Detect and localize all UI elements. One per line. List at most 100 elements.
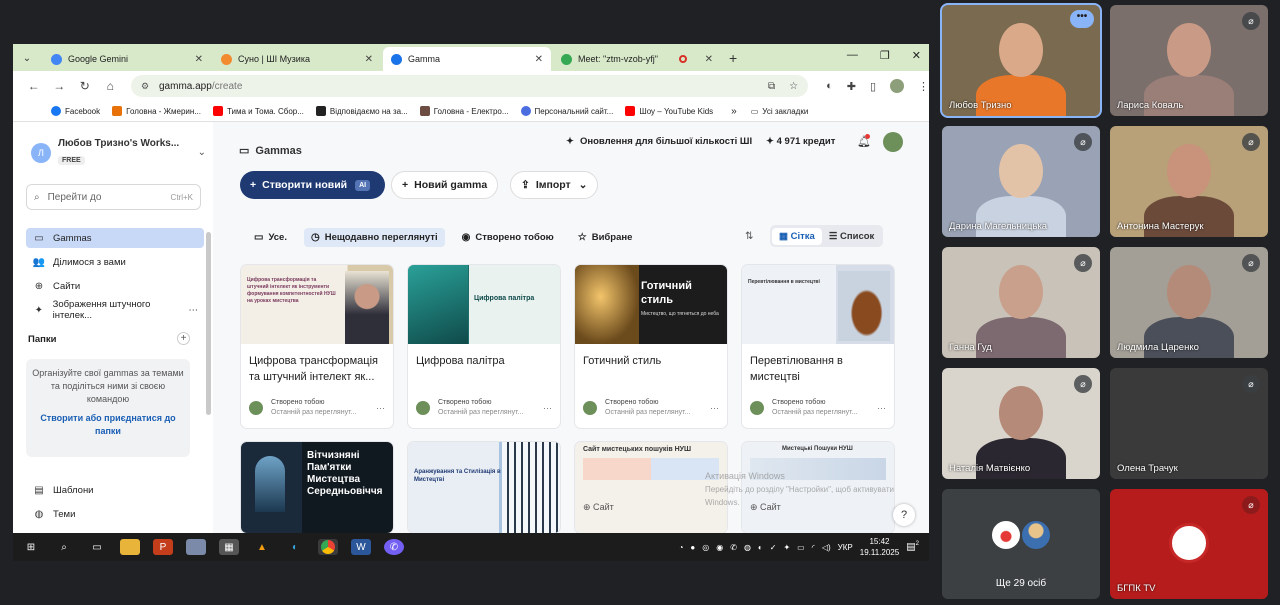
gamma-card[interactable]: Аранжування та Стилізація в Мистецтві [408,442,560,533]
puzzle-icon[interactable]: ✚ [847,80,856,93]
movie-maker-icon[interactable]: ▦ [219,539,239,555]
bookmark-item[interactable]: Головна - Жмерин... [112,106,201,116]
more-icon[interactable]: ⋯ [543,403,552,414]
filter-created[interactable]: ◉ Створено тобою [455,228,561,247]
gamma-card[interactable]: Цифрова трансформація та штучний інтелек… [241,265,393,428]
new-gamma-button[interactable]: + Новий gamma [391,171,499,199]
sidebar-item-sites[interactable]: ⊕ Сайти [26,276,204,296]
tab-gemini[interactable]: Google Gemini ✕ [43,47,211,71]
profile-avatar[interactable] [890,79,904,93]
workspace-switcher[interactable]: Л Любов Тризно's Works... FREE ⌄ [31,138,206,167]
grid-view-button[interactable]: ▦ Сітка [772,227,822,245]
close-icon[interactable]: ✕ [705,54,713,65]
sort-icon[interactable]: ⇅ [745,231,753,242]
tab-meet[interactable]: Meet: "ztm-vzob-yfj" ✕ [553,47,721,71]
create-folder-link[interactable]: Створити або приєднатися до папки [32,412,184,438]
participant-tile[interactable]: ⌀ Антонина Мастерук [1110,126,1268,237]
minimize-icon[interactable]: — [847,49,858,62]
import-button[interactable]: ⇪ Імпорт ⌄ [510,171,599,199]
word-icon[interactable]: W [351,539,371,555]
app-icon[interactable] [186,539,206,555]
bookmark-star-icon[interactable]: ☆ [789,81,798,92]
back-icon[interactable]: ← [21,79,47,93]
close-icon[interactable]: ✕ [365,54,373,65]
gamma-card[interactable]: Вітчизняні Пам'ятки Мистецтва Середньові… [241,442,393,533]
close-icon[interactable]: ✕ [195,54,203,65]
participant-tile[interactable]: ⌀ Олена Трачук [1110,368,1268,479]
task-view-icon[interactable]: ▭ [87,539,107,555]
tab-gamma[interactable]: Gamma ✕ [383,47,551,71]
vlc-icon[interactable]: ▲ [252,539,272,555]
viber-icon[interactable]: ✆ [384,539,404,555]
tray-app-icon[interactable]: ◎ [702,543,709,552]
list-view-button[interactable]: ☰ Список [822,228,881,245]
powerpoint-icon[interactable]: P [153,539,173,555]
battery-icon[interactable]: ▭ [797,543,805,552]
upgrade-link[interactable]: ✦ Оновлення для більшої кількості ШІ [566,136,752,147]
create-new-button[interactable]: + Створити новий AI [240,171,385,199]
gamma-card[interactable]: Цифрова палітра Цифрова палітра Створено… [408,265,560,428]
more-icon[interactable]: ⋯ [710,403,719,414]
all-bookmarks[interactable]: ▭ Усі закладки [751,107,809,116]
search-icon[interactable]: ⌕ [54,539,74,555]
bookmark-item[interactable]: Персональний сайт... [520,106,613,116]
sidebar-scrollbar[interactable] [206,232,211,415]
tray-app-icon[interactable]: ◉ [716,543,723,552]
sidepanel-icon[interactable]: ▯ [870,80,876,93]
tray-app-icon[interactable]: ✆ [730,543,737,552]
tray-app-icon[interactable]: ◔ [679,543,684,552]
filter-recent[interactable]: ◷ Нещодавно переглянуті [303,228,445,247]
tray-app-icon[interactable]: ◍ [744,543,751,552]
home-icon[interactable]: ⌂ [98,79,124,93]
filter-favorites[interactable]: ☆ Вибране [571,228,640,247]
sidebar-item-ai-images[interactable]: ✦ Зображення штучного інтелек... ⋯ [26,299,204,321]
participant-tile-bgpk-tv[interactable]: ⌀ БГПК TV [1110,489,1268,599]
gamma-card[interactable]: Готичний стиль Мистецтво, що тягнеться д… [575,265,727,428]
participant-tile[interactable]: ⌀ Лариса Коваль [1110,5,1268,116]
bookmark-item[interactable]: Головна - Електро... [419,106,509,116]
site-info-icon[interactable]: ⚙ [141,81,153,92]
tray-app-icon[interactable]: ✓ [770,543,777,552]
bookmarks-more-icon[interactable]: » [731,106,737,117]
sidebar-item-shared[interactable]: 👥 Ділимося з вами [26,252,204,272]
notifications-icon[interactable]: ▤2 [906,541,919,552]
avatar[interactable] [883,132,903,152]
edge-icon[interactable]: ◐ [285,539,305,555]
bookmark-item[interactable]: Тима и Тома. Сбор... [212,106,304,116]
participant-tile[interactable]: ⌀ Дарина Магельницька [942,126,1100,237]
bookmark-item[interactable]: Facebook [51,106,100,116]
url-field[interactable]: ⚙ gamma.app/create ⧉ ☆ [131,75,809,97]
restore-icon[interactable]: ❐ [880,49,890,62]
sidebar-item-templates[interactable]: ▤ Шаблони [26,480,204,500]
bookmark-item[interactable]: Відповідаємо на за... [315,106,408,116]
tab-suno[interactable]: Суно | ШІ Музика ✕ [213,47,381,71]
gamma-card[interactable]: Перевтілювання в мистецтві Перевтілюванн… [742,265,894,428]
new-tab-icon[interactable]: + [729,50,737,66]
more-icon[interactable]: ⋯ [376,403,385,414]
others-tile[interactable]: Ще 29 осіб [942,489,1100,599]
participant-tile[interactable]: ••• Любов Тризно [942,5,1100,116]
wifi-icon[interactable]: ◜ [812,543,815,552]
filter-all[interactable]: ▭ Усе. [247,228,294,247]
credits-counter[interactable]: ✦ 4 971 кредит [766,136,835,147]
clock[interactable]: 15:42 19.11.2025 [860,536,899,558]
tray-app-icon[interactable]: ◐ [758,543,763,552]
more-icon[interactable]: ⋯ [189,305,199,316]
search-input[interactable]: ⌕ Перейти до Ctrl+K [26,184,201,210]
tray-app-icon[interactable]: ● [690,543,695,552]
browser-menu-icon[interactable]: ⋮ [918,80,929,93]
chrome-icon[interactable] [318,539,338,555]
close-window-icon[interactable]: ✕ [912,49,921,62]
more-icon[interactable]: ⋯ [877,403,886,414]
windows-start-icon[interactable]: ⊞ [21,539,41,555]
install-app-icon[interactable]: ⧉ [768,81,775,92]
close-icon[interactable]: ✕ [535,54,543,65]
sidebar-item-gammas[interactable]: ▭ Gammas [26,228,204,248]
forward-icon[interactable]: → [47,79,73,93]
file-explorer-icon[interactable] [120,539,140,555]
extension-icon[interactable]: ◐ [826,80,833,92]
bookmark-item[interactable]: Шоу – YouTube Kids [625,106,713,116]
reload-icon[interactable]: ↻ [72,79,98,93]
language-indicator[interactable]: УКР [838,543,853,552]
tray-app-icon[interactable]: ✦ [783,543,790,552]
